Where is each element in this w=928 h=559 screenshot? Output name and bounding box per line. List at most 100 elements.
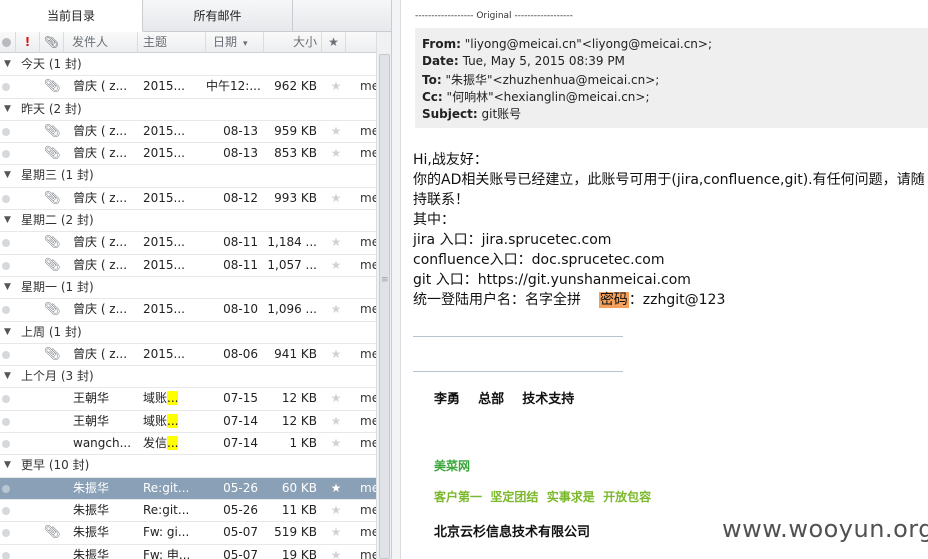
message-row[interactable]: 📎︎ 曾庆 ( z... 2015... 中午12:... 962 KB ★ me	[0, 76, 376, 99]
star-icon[interactable]: ★	[328, 478, 344, 499]
paperclip-icon: 📎︎	[44, 525, 61, 541]
message-row[interactable]: 朱振华 Fw: 申... 05-07 19 KB ★ me	[0, 544, 376, 559]
unread-dot-icon[interactable]	[2, 239, 10, 248]
star-icon[interactable]: ★	[328, 522, 344, 543]
unread-dot-icon[interactable]	[2, 440, 10, 449]
collapse-triangle-icon[interactable]: ▼	[4, 366, 11, 387]
unread-dot-icon[interactable]	[2, 551, 10, 559]
from-column-header[interactable]: 发件人	[64, 32, 138, 53]
subject-highlight: ...	[167, 391, 179, 406]
size: 12 KB	[281, 391, 317, 406]
group-header[interactable]: ▼ 星期三 (1 封)	[0, 165, 376, 188]
subject-text: Fw: gi...	[143, 525, 190, 540]
collapse-triangle-icon[interactable]: ▼	[4, 277, 11, 298]
collapse-triangle-icon[interactable]: ▼	[4, 54, 11, 75]
unread-dot-icon[interactable]	[2, 484, 10, 493]
message-row[interactable]: 📎︎ 曾庆 ( z... 2015... 08-10 1,096 ... ★ me	[0, 299, 376, 322]
scrollbar-thumb[interactable]	[379, 54, 390, 559]
collapse-triangle-icon[interactable]: ▼	[4, 322, 11, 343]
star-column-header[interactable]: ★	[322, 32, 346, 53]
collapse-triangle-icon[interactable]: ▼	[4, 99, 11, 120]
message-row[interactable]: 朱振华 Re:git... 05-26 60 KB ★ me	[0, 477, 376, 500]
unread-dot-icon[interactable]	[2, 529, 10, 538]
message-row[interactable]: 📎︎ 曾庆 ( z... 2015... 08-13 959 KB ★ me	[0, 120, 376, 144]
size: 19 KB	[281, 547, 317, 559]
account: me	[360, 502, 376, 517]
unread-dot-icon[interactable]	[2, 261, 10, 270]
group-header[interactable]: ▼ 星期一 (1 封)	[0, 276, 376, 300]
message-row[interactable]: 王朝华 域账... 07-15 12 KB ★ me	[0, 388, 376, 411]
sort-caret-icon: ▾	[243, 39, 248, 49]
unread-dot-icon[interactable]	[2, 350, 10, 359]
star-icon[interactable]: ★	[328, 388, 344, 409]
account: me	[360, 123, 376, 138]
unread-dot-icon[interactable]	[2, 395, 10, 404]
star-icon[interactable]: ★	[328, 76, 344, 97]
tab-current-folder[interactable]: 当前目录	[0, 0, 143, 32]
date: 08-13	[223, 146, 258, 161]
subject-column-header[interactable]: 主题	[138, 32, 206, 53]
subject: 2015...	[143, 121, 201, 142]
star-icon[interactable]: ★	[328, 411, 344, 432]
star-icon[interactable]: ★	[328, 188, 344, 209]
unread-dot-icon[interactable]	[2, 306, 10, 315]
message-row[interactable]: 朱振华 Re:git... 05-26 11 KB ★ me	[0, 499, 376, 523]
subject-text: Re:git...	[143, 502, 190, 517]
group-header[interactable]: ▼ 星期二 (2 封)	[0, 210, 376, 233]
star-icon[interactable]: ★	[328, 143, 344, 164]
unread-dot-icon[interactable]	[2, 506, 10, 515]
reading-pane: ------------------ Original ------------…	[401, 0, 928, 559]
collapse-triangle-icon[interactable]: ▼	[4, 210, 11, 231]
unread-dot-icon[interactable]	[2, 150, 10, 159]
size: 519 KB	[274, 525, 317, 540]
star-icon[interactable]: ★	[328, 344, 344, 365]
date: 05-26	[223, 480, 258, 495]
group-header[interactable]: ▼ 上个月 (3 封)	[0, 366, 376, 389]
tab-all-mail[interactable]: 所有邮件	[143, 0, 293, 32]
sender: 朱振华	[73, 525, 110, 540]
date: 05-07	[223, 547, 258, 559]
group-header[interactable]: ▼ 上周 (1 封)	[0, 321, 376, 344]
unread-dot-icon[interactable]	[2, 83, 10, 92]
pane-splitter[interactable]	[392, 0, 401, 559]
message-row[interactable]: 📎︎ 朱振华 Fw: gi... 05-07 519 KB ★ me	[0, 522, 376, 545]
message-row[interactable]: wangch... 发信... 07-14 1 KB ★ me	[0, 433, 376, 456]
unread-dot-icon[interactable]	[2, 127, 10, 136]
group-header[interactable]: ▼ 更早 (10 封)	[0, 455, 376, 478]
account: me	[360, 346, 376, 361]
mail-client-window: 当前目录 所有邮件 ! 📎︎ 发件人 主题 日期 ▾ 大小 ★ ▼ 今天 (1 封)…	[0, 0, 928, 559]
star-icon[interactable]: ★	[328, 299, 344, 320]
date: 08-10	[223, 302, 258, 317]
message-list-scrollbar[interactable]	[376, 32, 391, 559]
message-row[interactable]: 📎︎ 曾庆 ( z... 2015... 08-06 941 KB ★ me	[0, 343, 376, 367]
message-row[interactable]: 王朝华 域账... 07-14 12 KB ★ me	[0, 410, 376, 434]
star-icon: ★	[328, 35, 339, 49]
star-icon[interactable]: ★	[328, 121, 344, 142]
star-icon[interactable]: ★	[328, 232, 344, 253]
collapse-triangle-icon[interactable]: ▼	[4, 455, 11, 476]
message-row[interactable]: 📎︎ 曾庆 ( z... 2015... 08-13 853 KB ★ me	[0, 143, 376, 166]
subject-value: git账号	[481, 107, 522, 121]
pane-splitter-handle-icon[interactable]: ≡	[381, 275, 389, 285]
star-icon[interactable]: ★	[328, 433, 344, 454]
collapse-triangle-icon[interactable]: ▼	[4, 165, 11, 186]
star-icon[interactable]: ★	[328, 500, 344, 521]
read-status-column[interactable]	[0, 32, 16, 53]
watermark-text: www.wooyun.org	[722, 515, 928, 543]
importance-column[interactable]: !	[16, 32, 40, 53]
star-icon[interactable]: ★	[328, 255, 344, 276]
date-column-header[interactable]: 日期 ▾	[206, 32, 264, 53]
group-header[interactable]: ▼ 今天 (1 封)	[0, 54, 376, 77]
star-icon[interactable]: ★	[328, 545, 344, 559]
message-row[interactable]: 📎︎ 曾庆 ( z... 2015... 08-11 1,184 ... ★ me	[0, 232, 376, 255]
message-row[interactable]: 📎︎ 曾庆 ( z... 2015... 08-12 993 KB ★ me	[0, 187, 376, 211]
message-row[interactable]: 📎︎ 曾庆 ( z... 2015... 08-11 1,057 ... ★ me	[0, 254, 376, 277]
size-column-header[interactable]: 大小	[264, 32, 322, 53]
group-header[interactable]: ▼ 昨天 (2 封)	[0, 98, 376, 121]
unread-dot-icon[interactable]	[2, 417, 10, 426]
group-label: 星期三 (1 封)	[21, 168, 94, 183]
unread-dot-icon[interactable]	[2, 194, 10, 203]
signature-divider	[413, 336, 623, 337]
signature-company: 北京云杉信息技术有限公司	[434, 525, 591, 540]
attachment-column[interactable]: 📎︎	[40, 32, 64, 53]
